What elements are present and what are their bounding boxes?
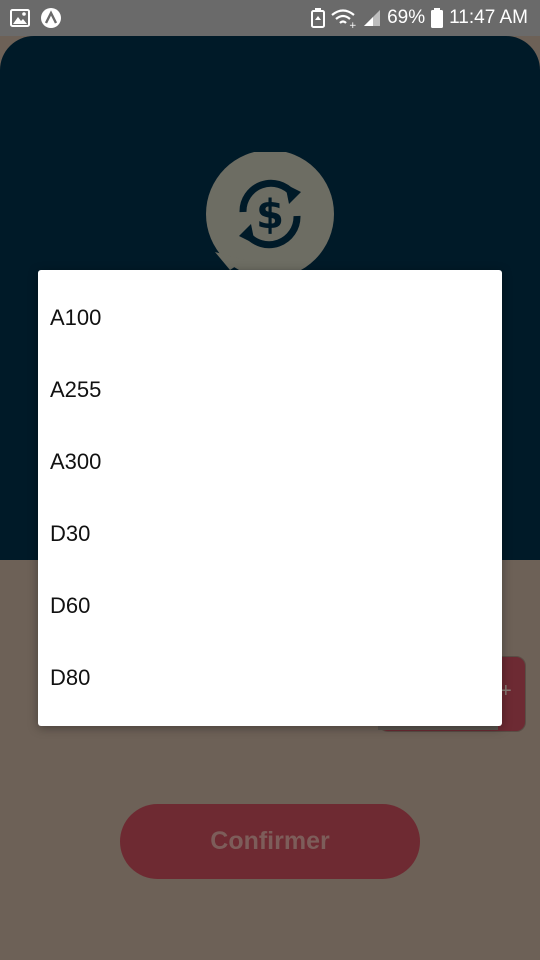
- dropdown-option[interactable]: D80: [38, 642, 502, 714]
- status-left: [10, 7, 62, 29]
- battery-saver-icon: [311, 8, 326, 28]
- image-icon: [10, 9, 30, 27]
- signal-icon: [363, 9, 381, 27]
- dropdown-option[interactable]: D60: [38, 570, 502, 642]
- wifi-icon: +: [331, 8, 357, 28]
- dropdown-option[interactable]: A255: [38, 354, 502, 426]
- status-right: + 69% 11:47 AM: [311, 7, 528, 29]
- dropdown-option[interactable]: A100: [38, 282, 502, 354]
- confirm-button[interactable]: Confirmer: [120, 804, 420, 879]
- battery-icon: [431, 8, 444, 28]
- currency-exchange-icon: $: [205, 150, 335, 282]
- svg-text:+: +: [349, 21, 357, 28]
- dropdown-option[interactable]: A300: [38, 426, 502, 498]
- status-bar: + 69% 11:47 AM: [0, 0, 540, 36]
- battery-percent: 69%: [387, 7, 426, 28]
- clock: 11:47 AM: [449, 7, 528, 28]
- app-a-icon: [40, 7, 62, 29]
- svg-text:$: $: [256, 192, 284, 238]
- dropdown-dialog: A100 A255 A300 D30 D60 D80: [38, 270, 502, 726]
- app-screen: + 69% 11:47 AM $ + Confirmer A100 A255 A…: [0, 0, 540, 960]
- dropdown-option[interactable]: D30: [38, 498, 502, 570]
